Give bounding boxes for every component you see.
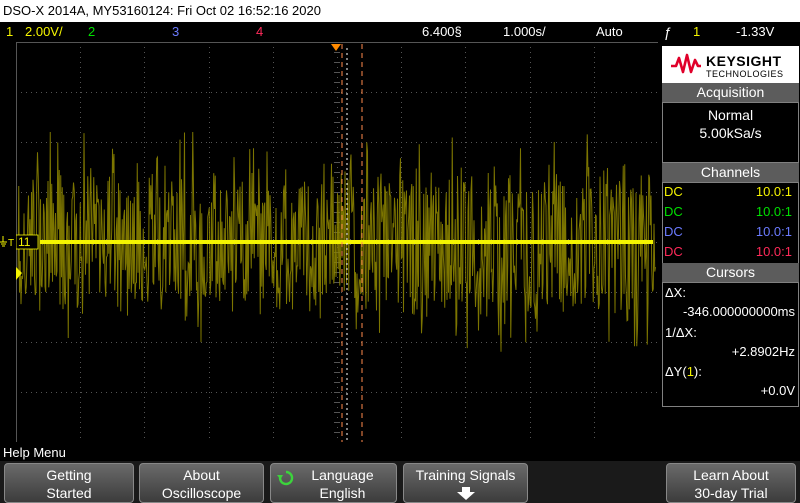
- channel-1-coupling: DC: [664, 184, 683, 199]
- channels-header[interactable]: Channels: [662, 163, 799, 182]
- channel-2-probe-ratio: 10.0:1: [755, 204, 792, 219]
- brand-subtitle: TECHNOLOGIES: [706, 69, 784, 79]
- ch2-number[interactable]: 2: [88, 22, 95, 42]
- training-signals-button[interactable]: Training Signals: [403, 463, 528, 503]
- cursor-delta-x-value: -346.000000000ms: [682, 304, 795, 319]
- time-scale[interactable]: 1.000s/: [503, 22, 546, 42]
- window-title-bar: DSO-X 2014A, MY53160124: Fri Oct 02 16:5…: [0, 0, 800, 22]
- getting-started-button[interactable]: Getting Started: [4, 463, 134, 503]
- learn-about-trial-line2: 30-day Trial: [694, 485, 768, 501]
- softkey-bar: Getting Started About Oscilloscope Langu…: [0, 461, 800, 503]
- cursor-delta-y-prefix: ΔY(: [665, 364, 687, 379]
- waveform-display[interactable]: 11: [15, 42, 659, 447]
- time-delay[interactable]: 6.400§: [422, 22, 462, 42]
- learn-about-trial-button[interactable]: Learn About 30-day Trial: [666, 463, 796, 503]
- brand-name: KEYSIGHT: [706, 53, 782, 69]
- ch1-ground-marker-icon[interactable]: T: [0, 234, 16, 254]
- cursor-delta-y-channel: 1: [686, 364, 694, 379]
- getting-started-line1: Getting: [46, 467, 92, 483]
- learn-about-trial-line1: Learn About: [693, 467, 769, 483]
- cursor-delta-x-label: ΔX:: [665, 285, 686, 300]
- window-title: DSO-X 2014A, MY53160124: Fri Oct 02 16:5…: [3, 3, 321, 18]
- waveform-graticule: 11: [15, 42, 659, 443]
- cursor-inverse-delta-x-label: 1/ΔX:: [665, 325, 697, 340]
- brand-logo: KEYSIGHT TECHNOLOGIES: [662, 46, 799, 84]
- cursor-delta-y-suffix: ):: [693, 364, 702, 379]
- acquisition-mode: Normal: [707, 107, 754, 123]
- cursor-inverse-delta-x-value: +2.8902Hz: [731, 344, 795, 359]
- ch3-number[interactable]: 3: [172, 22, 179, 42]
- trigger-level[interactable]: -1.33V: [736, 22, 774, 42]
- about-oscilloscope-button[interactable]: About Oscilloscope: [139, 463, 264, 503]
- channel-row-1[interactable]: DC 10.0:1: [662, 182, 792, 202]
- trigger-channel[interactable]: 1: [693, 22, 700, 42]
- ch1-marker-label[interactable]: 11: [18, 235, 31, 249]
- ch4-number[interactable]: 4: [256, 22, 263, 42]
- keysight-wave-icon: [671, 53, 701, 74]
- channel-row-3[interactable]: DC 10.0:1: [662, 222, 792, 242]
- language-button[interactable]: Language English: [270, 463, 397, 503]
- training-signals-label: Training Signals: [415, 467, 516, 483]
- channel-4-probe-ratio: 10.0:1: [755, 244, 792, 259]
- cursors-header[interactable]: Cursors: [662, 263, 799, 282]
- status-bar: 1 2.00V/ 2 3 4 6.400§ 1.000s/ Auto ƒ 1 -…: [0, 22, 800, 42]
- ch1-scale[interactable]: 2.00V/: [25, 22, 63, 42]
- channel-1-probe-ratio: 10.0:1: [755, 184, 792, 199]
- ch1-number[interactable]: 1: [6, 22, 13, 42]
- svg-text:T: T: [8, 238, 14, 249]
- side-panel: KEYSIGHT TECHNOLOGIES Acquisition Normal…: [659, 42, 800, 442]
- getting-started-line2: Started: [46, 485, 92, 501]
- about-oscilloscope-line1: About: [183, 467, 220, 483]
- cursor-delta-y-label: ΔY(1):: [665, 364, 702, 379]
- trigger-mode[interactable]: Auto: [596, 22, 623, 42]
- trigger-edge-icon: ƒ: [664, 24, 672, 40]
- about-oscilloscope-line2: Oscilloscope: [161, 485, 242, 501]
- entry-knob-icon: [277, 470, 294, 486]
- channel-3-probe-ratio: 10.0:1: [755, 224, 792, 239]
- acquisition-sample-rate: 5.00kSa/s: [699, 125, 762, 141]
- channel-3-coupling: DC: [664, 224, 683, 239]
- channel-2-coupling: DC: [664, 204, 683, 219]
- submenu-arrow-icon: [456, 487, 475, 500]
- channel-4-coupling: DC: [664, 244, 683, 259]
- channel-row-4[interactable]: DC 10.0:1: [662, 242, 792, 262]
- cursor-delta-y-value: +0.0V: [760, 383, 795, 398]
- help-menu-title: Help Menu: [3, 445, 66, 460]
- channel-row-2[interactable]: DC 10.0:1: [662, 202, 792, 222]
- help-menu-bar: Help Menu: [0, 444, 800, 461]
- acquisition-panel: Normal 5.00kSa/s: [662, 102, 799, 163]
- acquisition-header[interactable]: Acquisition: [662, 83, 799, 102]
